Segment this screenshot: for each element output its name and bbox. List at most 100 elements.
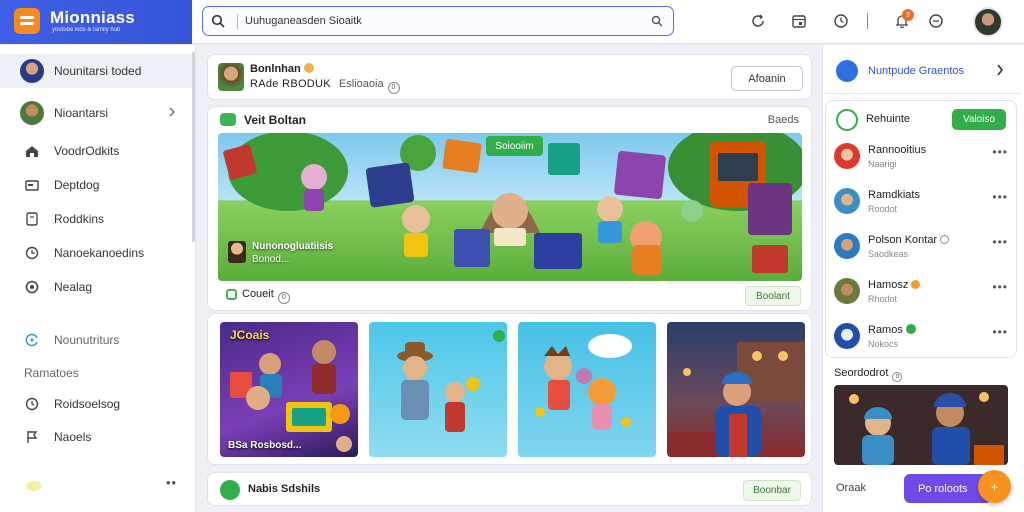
sidebar-item-flag[interactable]: Naoels	[0, 420, 192, 454]
featured-footer-button[interactable]: Boolant	[745, 286, 801, 306]
avatar	[834, 143, 860, 169]
creator-name[interactable]: Bonlnhan	[250, 63, 314, 75]
sidebar-item-label: Nealag	[54, 280, 93, 294]
recent-icon	[24, 396, 40, 412]
sidebar-section-header[interactable]: Nounutriturs	[0, 323, 192, 357]
settings-icon	[940, 235, 950, 244]
info-icon: o	[892, 372, 903, 382]
search-icon	[211, 14, 225, 28]
more-options-icon[interactable]: •••	[992, 235, 1008, 249]
follow-button[interactable]: Afoanin	[731, 66, 803, 91]
channel-sub: Saodkeas	[868, 249, 909, 259]
channel-row[interactable]: Ramos Nokocs •••	[834, 319, 1010, 359]
clock-icon[interactable]	[831, 11, 851, 31]
thumbnail-tile[interactable]	[369, 322, 507, 457]
thumbnail-tile[interactable]: JCoais BSa Rosbosd...	[220, 322, 358, 457]
post-header-card: Bonlnhan RAde RBODUK Eslioaoia 0 Afoanin	[207, 54, 812, 100]
app-name: Mionniass	[50, 8, 135, 27]
sidebar-item-profile[interactable]: Nounitarsi toded	[0, 54, 192, 88]
info-icon: 0	[387, 82, 400, 94]
sidebar-item-label: Nanoekanoedins	[54, 246, 145, 260]
search-input[interactable]	[245, 11, 645, 31]
toolbar-divider	[867, 13, 868, 29]
brand[interactable]: Mionniass youtube kids & family hub	[0, 0, 192, 44]
channel-name: Ramdkiats	[868, 189, 920, 201]
channel-sub: Naarigi	[868, 159, 897, 169]
refresh-icon[interactable]	[748, 11, 768, 31]
left-sidebar: Nounitarsi toded Nioantarsi VoodrOdkits …	[0, 45, 196, 512]
status-icon[interactable]	[926, 11, 946, 31]
sidebar-item-label: Nounitarsi toded	[54, 64, 142, 78]
plus-icon: +	[990, 479, 998, 494]
right-top-label: Nuntpude Graentos	[868, 65, 965, 77]
sidebar-item-settings[interactable]: Nealag	[0, 270, 192, 304]
channel-name: Hamosz	[868, 279, 921, 291]
channel-row[interactable]: Hamosz Rhodot •••	[834, 274, 1010, 314]
magnifier-icon[interactable]	[651, 15, 663, 27]
suggested-title: Rehuinte	[866, 113, 911, 125]
bottom-card-button[interactable]: Boonbar	[743, 480, 801, 501]
creator-avatar[interactable]	[218, 63, 244, 91]
featured-more-link[interactable]: Baeds	[768, 114, 799, 126]
featured-card: Veit Boltan Baeds Soiooiim Nunonogluatii…	[207, 106, 812, 311]
comment-icon	[226, 289, 237, 300]
app-tagline: youtube kids & family hub	[52, 27, 121, 33]
chevron-right-icon[interactable]	[168, 106, 176, 118]
banner-caption-sub: Bonod...	[252, 254, 290, 265]
chevron-right-icon	[997, 64, 1004, 76]
avatar	[834, 233, 860, 259]
thumbnail-illustration	[834, 385, 1008, 465]
featured-title: Veit Boltan	[244, 113, 307, 127]
app-logo-icon	[14, 8, 40, 34]
sidebar-section-title: Ramatoes	[24, 366, 79, 380]
right-footer-label[interactable]: Oraak	[836, 482, 866, 494]
banner-caption-title: Nunonogluatiisis	[252, 241, 334, 252]
creator-handle: Eslioaoia	[338, 78, 384, 90]
video-icon	[220, 113, 236, 126]
user-avatar[interactable]	[973, 7, 1003, 37]
sidebar-item-history[interactable]: Nanoekanoedins	[0, 236, 192, 270]
featured-banner-image[interactable]: Soiooiim Nunonogluatiisis Bonod...	[218, 133, 802, 281]
sidebar-item-home[interactable]: VoodrOdkits	[0, 134, 192, 168]
thumbnail-tile[interactable]	[518, 322, 656, 457]
featured-footer-label: Coueit 0	[242, 288, 290, 304]
sidebar-item-recent[interactable]: Roidsoelsog	[0, 387, 192, 421]
channel-sub: Roodot	[868, 204, 898, 214]
channel-name: Ramos	[868, 324, 916, 336]
channel-row[interactable]: Polson Kontar Saodkeas •••	[834, 229, 1010, 269]
sidebar-item-subscriptions[interactable]: Deptdog	[0, 168, 192, 202]
right-top-link[interactable]: Nuntpude Graentos	[824, 48, 1022, 94]
sidebar-item-label: Roidsoelsog	[54, 397, 121, 411]
thumbnail-grid: JCoais BSa Rosbosd...	[207, 313, 812, 465]
top-bar: Mionniass youtube kids & family hub 3	[0, 0, 1024, 44]
thumbnail-tile[interactable]	[667, 322, 805, 457]
banner-action-button[interactable]: Soiooiim	[486, 136, 543, 156]
calendar-icon[interactable]	[789, 11, 809, 31]
sidebar-item-library[interactable]: Roddkins	[0, 202, 192, 236]
channel-row[interactable]: Ramdkiats Roodot •••	[834, 184, 1010, 224]
subscriptions-icon	[24, 177, 40, 193]
status-dot-icon	[26, 481, 42, 491]
channel-row[interactable]: Rannooitius Naarigi •••	[834, 139, 1010, 179]
sidebar-scrollbar[interactable]	[192, 52, 195, 242]
search-bar[interactable]	[202, 6, 674, 36]
count-icon: 0	[277, 292, 290, 304]
more-options-icon[interactable]: ••	[166, 475, 177, 490]
thumbnail-illustration	[230, 340, 352, 452]
thumbnail-illustration	[667, 342, 805, 457]
sidebar-item-label: VoodrOdkits	[54, 144, 120, 158]
more-options-icon[interactable]: •••	[992, 190, 1008, 204]
recommended-video-thumbnail[interactable]	[834, 385, 1008, 465]
more-options-icon[interactable]: •••	[992, 145, 1008, 159]
sidebar-item-channel[interactable]: Nioantarsi	[0, 96, 192, 130]
library-icon	[24, 211, 40, 227]
channel-name: Polson Kontar	[868, 234, 950, 246]
suggested-action-button[interactable]: Valoiso	[952, 109, 1006, 130]
bottom-card-label: Nabis Sdshils	[248, 483, 321, 495]
right-section-title: Seordodrot o	[834, 367, 903, 382]
more-options-icon[interactable]: •••	[992, 280, 1008, 294]
floating-action-button[interactable]: +	[978, 470, 1011, 503]
avatar	[834, 323, 860, 349]
avatar	[834, 278, 860, 304]
more-options-icon[interactable]: •••	[992, 325, 1008, 339]
